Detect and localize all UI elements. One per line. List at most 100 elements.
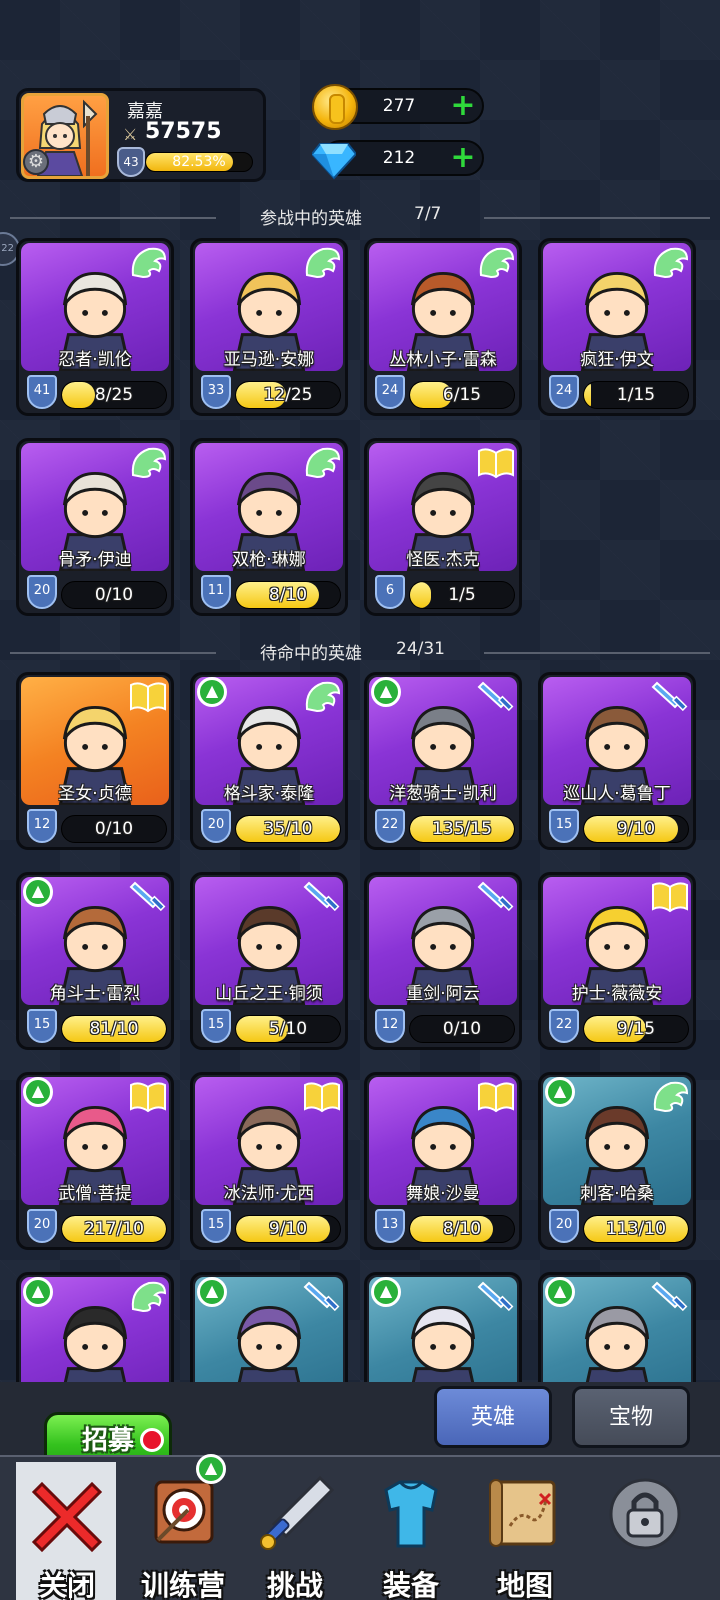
- hero-level-badge: 6: [375, 575, 405, 609]
- hero-card[interactable]: ▲ 格斗家·泰隆 20 35/10: [190, 672, 348, 850]
- close-x-icon: [31, 1481, 103, 1553]
- hero-level-badge: 20: [27, 575, 57, 609]
- hero-card[interactable]: ▲ 武僧·菩提 20 217/10: [16, 1072, 174, 1250]
- settings-gear-icon[interactable]: ⚙: [23, 149, 49, 175]
- hero-level-badge: 22: [375, 809, 405, 843]
- hero-shard-count: 9/15: [616, 1019, 656, 1039]
- hero-card[interactable]: ▲ 洋葱骑士·凯利 22 135/15: [364, 672, 522, 850]
- gold-amount: 277: [382, 96, 416, 116]
- hero-name: 怪医·杰克: [406, 550, 480, 570]
- player-profile-panel[interactable]: ⚙ 嘉嘉 ⚔ 57575 43 82.53%: [16, 88, 266, 182]
- nav-close-label: 关闭: [38, 1569, 95, 1600]
- hero-card[interactable]: 圣女·贞德 12 0/10: [16, 672, 174, 850]
- hero-shard-count: 0/10: [442, 1019, 482, 1039]
- hero-card[interactable]: 护士·薇薇安 22 9/15: [538, 872, 696, 1050]
- wing-icon: [651, 1079, 689, 1113]
- nav-map[interactable]: 地图: [470, 1470, 580, 1600]
- hero-shard-progress-bar: 35/10: [235, 815, 341, 843]
- book-icon: [129, 1079, 167, 1113]
- add-gems-button[interactable]: +: [450, 143, 476, 173]
- standby-heroes-header: 待命中的英雄 24/31: [10, 639, 710, 665]
- hero-card[interactable]: 舞娘·沙曼 13 8/10: [364, 1072, 522, 1250]
- nav-locked[interactable]: [590, 1470, 700, 1600]
- hero-name: 重剑·阿云: [406, 984, 480, 1004]
- hero-shard-count: 9/10: [268, 1219, 308, 1239]
- upgrade-arrow-icon: ▲: [197, 1277, 227, 1307]
- equipment-armor-icon: [384, 1480, 438, 1548]
- divider-line: [10, 652, 216, 654]
- hero-card[interactable]: 重剑·阿云 12 0/10: [364, 872, 522, 1050]
- hero-name: 山丘之王·铜须: [215, 984, 323, 1004]
- hero-level-badge: 24: [549, 375, 579, 409]
- nav-equipment[interactable]: 装备: [356, 1470, 466, 1600]
- hero-card[interactable]: 双枪·琳娜 11 8/10: [190, 438, 348, 616]
- hero-card[interactable]: 骨矛·伊迪 20 0/10: [16, 438, 174, 616]
- upgrade-arrow-icon: ▲: [23, 1277, 53, 1307]
- hero-shard-count: 1/5: [448, 585, 476, 605]
- sword-icon: [477, 879, 515, 913]
- hero-card[interactable]: 冰法师·尤西 15 9/10: [190, 1072, 348, 1250]
- hero-level-badge: 13: [375, 1209, 405, 1243]
- hero-shard-progress-bar: 81/10: [61, 1015, 167, 1043]
- hero-card[interactable]: 巡山人·葛鲁丁 15 9/10: [538, 672, 696, 850]
- hero-shard-progress-bar: 1/15: [583, 381, 689, 409]
- hero-shard-progress-bar: 8/25: [61, 381, 167, 409]
- wing-icon: [129, 1279, 167, 1313]
- player-xp-bar: 82.53%: [145, 152, 253, 172]
- hero-name: 护士·薇薇安: [571, 984, 663, 1004]
- hero-shard-progress-bar: 1/5: [409, 581, 515, 609]
- gem-amount: 212: [382, 148, 416, 168]
- nav-close[interactable]: 关闭: [12, 1470, 122, 1600]
- hero-level-badge: 15: [201, 1009, 231, 1043]
- wing-icon: [303, 245, 341, 279]
- sword-icon: [129, 879, 167, 913]
- hero-shard-count: 6/15: [442, 385, 482, 405]
- hero-shard-progress-bar: 5/10: [235, 1015, 341, 1043]
- hero-level-badge: 33: [201, 375, 231, 409]
- hero-shard-count: 8/25: [94, 385, 134, 405]
- sword-icon: [303, 879, 341, 913]
- hero-card[interactable]: 亚马逊·安娜 33 12/25: [190, 238, 348, 416]
- hero-shard-progress-bar: 113/10: [583, 1215, 689, 1243]
- divider-line: [484, 217, 710, 219]
- active-heroes-count: 7/7: [414, 204, 442, 224]
- tab-treasure[interactable]: 宝物: [572, 1386, 690, 1448]
- hero-shard-progress-bar: 0/10: [61, 581, 167, 609]
- nav-training-camp[interactable]: 训练营: [128, 1470, 238, 1600]
- hero-shard-count: 0/10: [94, 585, 134, 605]
- hero-shard-count: 9/10: [616, 819, 656, 839]
- wing-icon: [129, 445, 167, 479]
- hero-level-badge: 11: [201, 575, 231, 609]
- active-heroes-title: 参战中的英雄: [260, 209, 362, 229]
- hero-card[interactable]: 忍者·凯伦 41 8/25: [16, 238, 174, 416]
- nav-training-label: 训练营: [140, 1569, 225, 1600]
- hero-level-badge: 12: [27, 809, 57, 843]
- hero-level-badge: 15: [27, 1009, 57, 1043]
- hero-shard-progress-bar: 0/10: [61, 815, 167, 843]
- hero-name: 圣女·贞德: [58, 784, 132, 804]
- sword-icon: [477, 1279, 515, 1313]
- hero-name: 角斗士·雷烈: [49, 984, 141, 1004]
- hero-card[interactable]: ▲ 角斗士·雷烈 15 81/10: [16, 872, 174, 1050]
- hero-name: 冰法师·尤西: [223, 1184, 315, 1204]
- hero-card[interactable]: 山丘之王·铜须 15 5/10: [190, 872, 348, 1050]
- wing-icon: [129, 245, 167, 279]
- hero-shard-count: 8/10: [268, 585, 308, 605]
- nav-challenge[interactable]: 挑战: [240, 1470, 350, 1600]
- hero-card[interactable]: 怪医·杰克 6 1/5: [364, 438, 522, 616]
- hero-shard-progress-bar: 217/10: [61, 1215, 167, 1243]
- nav-equipment-label: 装备: [382, 1569, 439, 1600]
- hero-name: 疯狂·伊文: [580, 350, 654, 370]
- tab-heroes[interactable]: 英雄: [434, 1386, 552, 1448]
- hero-card[interactable]: ▲ 刺客·哈桑 20 113/10: [538, 1072, 696, 1250]
- book-icon: [303, 1079, 341, 1113]
- hero-card[interactable]: 丛林小子·雷森 24 6/15: [364, 238, 522, 416]
- upgrade-arrow-icon: ▲: [545, 1077, 575, 1107]
- hero-level-badge: 20: [549, 1209, 579, 1243]
- add-gold-button[interactable]: +: [450, 91, 476, 121]
- hero-card[interactable]: 疯狂·伊文 24 1/15: [538, 238, 696, 416]
- hero-level-badge: 24: [375, 375, 405, 409]
- divider-line: [484, 652, 710, 654]
- nav-map-label: 地图: [496, 1569, 553, 1600]
- hero-shard-progress-bar: 9/10: [235, 1215, 341, 1243]
